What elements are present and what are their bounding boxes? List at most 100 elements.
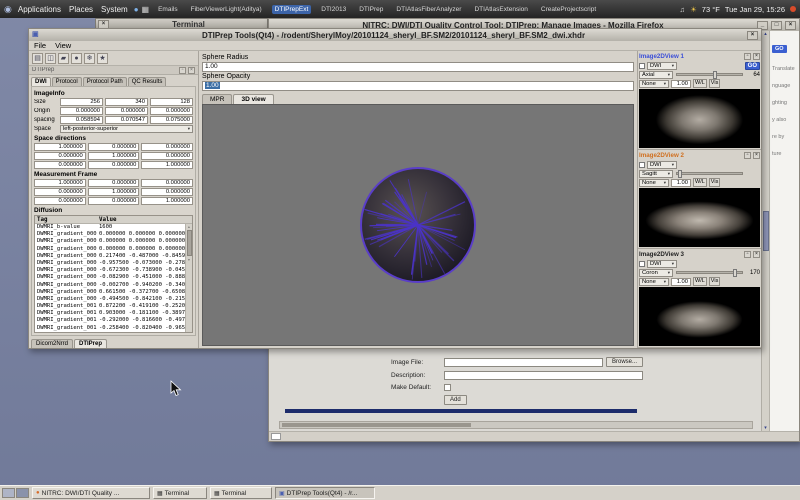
value-field[interactable]: 0.000000: [150, 107, 193, 115]
value-field[interactable]: 128: [150, 98, 193, 106]
modality-select[interactable]: DWI▾: [647, 161, 677, 169]
slice-slider[interactable]: [676, 172, 743, 175]
value-field[interactable]: 256: [60, 98, 103, 106]
overlay-select[interactable]: None▾: [639, 80, 669, 88]
table-row[interactable]: DWMRI_b-value 1600: [35, 224, 185, 231]
panel-task-item[interactable]: DTI2013: [318, 5, 349, 14]
view-checkbox[interactable]: [639, 63, 645, 69]
eraser-icon[interactable]: ▰: [58, 53, 69, 64]
bottom-tab[interactable]: Dicom2Nrrd: [31, 339, 73, 348]
value-field[interactable]: 0.000000: [88, 179, 140, 187]
maximize-icon[interactable]: □: [771, 21, 782, 30]
slider-thumb[interactable]: [713, 71, 717, 79]
orientation-select[interactable]: Coron▾: [639, 269, 673, 277]
value-field[interactable]: 1.000000: [88, 188, 140, 196]
panel-task-item[interactable]: DTIAtlasFiberAnalyzer: [393, 5, 464, 14]
close-icon[interactable]: ×: [747, 31, 758, 40]
slider-thumb[interactable]: [678, 170, 682, 178]
value-field[interactable]: 0.000000: [141, 188, 193, 196]
dock-header[interactable]: DTIPrep ▫ ×: [29, 66, 198, 75]
table-row[interactable]: DWMRI_gradient_0004 -0.957500 -0.073000 …: [35, 260, 185, 267]
table-row[interactable]: DWMRI_gradient_0007 -0.002700 -0.940200 …: [35, 282, 185, 289]
run-icon[interactable]: ●: [71, 53, 82, 64]
value-field[interactable]: 340: [105, 98, 148, 106]
overlay-select[interactable]: None▾: [639, 179, 669, 187]
sphere-opacity-input[interactable]: 1.00: [202, 81, 634, 91]
window-level-button[interactable]: W/L: [693, 178, 707, 187]
panel-task-item[interactable]: CreateProjectscript: [538, 5, 599, 14]
value-field[interactable]: 0.000000: [88, 161, 140, 169]
table-row[interactable]: DWMRI_gradient_0003 0.217400 -0.487000 -…: [35, 253, 185, 260]
table-row[interactable]: DWMRI_gradient_0006 -0.082900 -0.451000 …: [35, 274, 185, 281]
bottom-tab[interactable]: DTIPrep: [74, 339, 107, 348]
float-icon[interactable]: ▫: [744, 251, 751, 258]
save-icon[interactable]: ◫: [45, 53, 56, 64]
visibility-button[interactable]: Vis: [709, 277, 721, 286]
visibility-button[interactable]: Vis: [709, 178, 721, 187]
column-header[interactable]: Value: [97, 216, 192, 223]
value-field[interactable]: 0.070547: [105, 116, 148, 124]
panel-task-item[interactable]: Emails: [155, 5, 181, 14]
slice-slider[interactable]: [676, 271, 743, 274]
clock[interactable]: Tue Jan 29, 15:26: [725, 5, 785, 14]
panel-menu[interactable]: System: [101, 5, 128, 14]
open-folder-icon[interactable]: ▤: [32, 53, 43, 64]
value-field[interactable]: 1.000000: [88, 152, 140, 160]
value-field[interactable]: 0.000000: [141, 152, 193, 160]
value-field[interactable]: 0.000000: [88, 197, 140, 205]
image-file-input[interactable]: [444, 358, 603, 367]
value-field[interactable]: 0.075000: [150, 116, 193, 124]
table-scrollbar[interactable]: ▴ ▾: [185, 224, 192, 332]
description-input[interactable]: [444, 371, 643, 380]
slider-thumb[interactable]: [733, 269, 737, 277]
opacity-field[interactable]: 1.00: [671, 80, 691, 88]
value-field[interactable]: 1.000000: [141, 161, 193, 169]
snowflake-icon[interactable]: ❄: [84, 53, 95, 64]
value-field[interactable]: 0.000000: [34, 188, 86, 196]
view-checkbox[interactable]: [639, 261, 645, 267]
orientation-select[interactable]: Axial▾: [639, 71, 673, 79]
close-icon[interactable]: ×: [753, 152, 760, 159]
scroll-up-icon[interactable]: ▴: [764, 31, 767, 37]
table-row[interactable]: DWMRI_gradient_0008 0.661500 -0.372700 -…: [35, 289, 185, 296]
value-field[interactable]: 0.000000: [105, 107, 148, 115]
table-row[interactable]: DWMRI_gradient_0010 0.872200 -0.419100 -…: [35, 303, 185, 310]
visibility-button[interactable]: Vis: [709, 79, 721, 88]
menu-item[interactable]: File: [34, 41, 46, 50]
dtiprep-titlebar[interactable]: ▣ DTIPrep Tools(Qt4) - /rodent/SherylMoy…: [29, 29, 761, 41]
close-icon[interactable]: ×: [785, 21, 796, 30]
tab-3d-view[interactable]: 3D view: [233, 94, 273, 104]
scrollbar-thumb[interactable]: [763, 211, 769, 251]
dock-tab[interactable]: DWI: [31, 77, 51, 86]
taskbar-window-button[interactable]: ● NITRC: DWI/DTI Quality ...: [32, 487, 150, 499]
panel-task-item[interactable]: DTIPrep: [356, 5, 386, 14]
slice-slider[interactable]: [676, 73, 743, 76]
sagittal-slice-image[interactable]: [639, 188, 760, 247]
orientation-select[interactable]: Sagitt▾: [639, 170, 673, 178]
window-level-button[interactable]: W/L: [693, 277, 707, 286]
sphere-radius-input[interactable]: 1.00: [202, 62, 634, 72]
table-row[interactable]: DWMRI_gradient_0001 0.000000 0.000000 0.…: [35, 238, 185, 245]
window-level-button[interactable]: W/L: [693, 79, 707, 88]
value-field[interactable]: 0.000000: [60, 107, 103, 115]
float-icon[interactable]: ▫: [744, 53, 751, 60]
coronal-slice-image[interactable]: [639, 287, 760, 346]
value-field[interactable]: 0.000000: [88, 143, 140, 151]
add-button[interactable]: Add: [444, 395, 467, 405]
modality-select[interactable]: DWI▾: [647, 62, 677, 70]
table-row[interactable]: DWMRI_gradient_0005 -0.672300 -0.738900 …: [35, 267, 185, 274]
dock-tab[interactable]: Protocol: [52, 77, 82, 86]
panel-task-item[interactable]: FiberViewerLight(Aditya): [188, 5, 265, 14]
value-field[interactable]: 1.000000: [141, 197, 193, 205]
distro-logo-icon[interactable]: ◉: [4, 4, 12, 15]
dock-tab[interactable]: QC Results: [128, 77, 167, 86]
float-icon[interactable]: ▫: [744, 152, 751, 159]
value-field[interactable]: 0.000000: [141, 179, 193, 187]
column-header[interactable]: Tag: [35, 216, 97, 223]
value-field[interactable]: 0.000000: [34, 152, 86, 160]
close-icon[interactable]: ×: [753, 251, 760, 258]
modality-select[interactable]: DWI▾: [647, 260, 677, 268]
sparkle-icon[interactable]: ★: [97, 53, 108, 64]
panel-task-item[interactable]: DTIPrepExt: [272, 5, 312, 14]
firefox-launcher-icon[interactable]: ●: [134, 5, 139, 14]
